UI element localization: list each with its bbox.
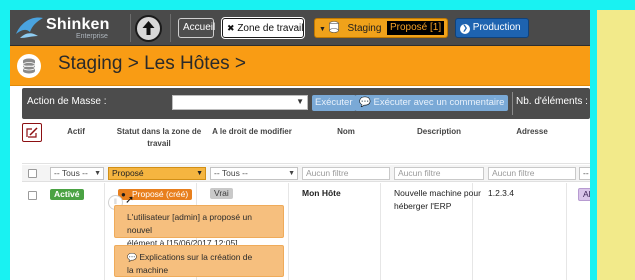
chevron-down-icon: ▼ — [319, 26, 326, 33]
page-header: Staging > Les Hôtes > — [10, 46, 590, 86]
filter-adresse-input[interactable]: Aucun filtre — [488, 167, 576, 180]
mass-action-label: Action de Masse : — [27, 96, 107, 107]
database-icon — [17, 54, 41, 78]
column-header-droit[interactable]: A le droit de modifier — [208, 126, 296, 138]
filter-statut-select[interactable]: Proposé ▼ — [108, 167, 206, 180]
database-icon — [328, 21, 339, 33]
production-button[interactable]: ❯ Production — [455, 18, 529, 38]
column-header-adresse[interactable]: Adresse — [487, 126, 577, 138]
staging-label: Staging — [347, 23, 382, 34]
action-separator — [512, 92, 513, 115]
history-note-text: L'utilisateur [admin] a proposé un nouve… — [127, 212, 252, 235]
top-navbar: Shinken Enterprise Accueil ✖ Zone de tra… — [10, 10, 590, 46]
host-address: 1.2.3.4 — [488, 188, 514, 198]
table-header: Actif Statut dans la zone de travail A l… — [22, 122, 590, 164]
chevron-down-icon: ▼ — [296, 97, 304, 106]
screen-frame-top — [0, 0, 635, 10]
comment-icon: 💬 — [359, 97, 371, 108]
nav-separator — [170, 14, 171, 42]
staging-button[interactable]: ▼ Staging Proposé [1] — [314, 18, 448, 38]
select-all-checkbox[interactable] — [28, 169, 37, 178]
filter-extra-select[interactable]: -- To — [579, 167, 590, 180]
column-header-actif[interactable]: Actif — [50, 126, 102, 138]
active-status-badge: Activé — [50, 189, 84, 200]
filter-droit-select[interactable]: -- Tous -- ▼ — [210, 167, 298, 180]
host-description-line2: héberger l'ERP — [394, 201, 452, 211]
shinken-logo[interactable]: Shinken Enterprise — [14, 12, 132, 44]
shinken-bird-icon — [16, 17, 43, 38]
filter-nom-input[interactable]: Aucun filtre — [302, 167, 390, 180]
comment-icon: 💬 — [127, 253, 137, 262]
mass-action-select[interactable]: ▼ — [172, 95, 308, 110]
filter-row: -- Tous -- ▼ Proposé ▼ -- Tous -- ▼ Aucu… — [22, 165, 590, 182]
column-header-description[interactable]: Description — [392, 126, 486, 138]
chevron-down-icon: ▼ — [196, 170, 203, 177]
column-header-statut[interactable]: Statut dans la zone de travail — [116, 126, 202, 150]
filter-description-input[interactable]: Aucun filtre — [394, 167, 484, 180]
screen-frame-left — [0, 0, 10, 280]
execute-with-comment-button[interactable]: 💬 Exécuter avec un commentaire — [355, 95, 509, 111]
execute-button[interactable]: Exécuter — [312, 95, 356, 111]
side-panel — [597, 10, 635, 280]
history-note-creation: L'utilisateur [admin] a proposé un nouve… — [114, 205, 284, 248]
arrow-up-icon — [142, 21, 155, 35]
tools-icon: ✖ — [227, 23, 235, 33]
arrow-right-circle-icon: ❯ — [460, 24, 470, 34]
app-window: Shinken Enterprise Accueil ✖ Zone de tra… — [10, 10, 590, 280]
history-note-text: Explications sur la création de — [139, 252, 253, 262]
logo-name: Shinken — [46, 16, 110, 33]
column-header-nom[interactable]: Nom — [300, 126, 392, 138]
proposed-count-badge: Proposé [1] — [387, 21, 445, 35]
nav-separator — [130, 14, 131, 42]
chevron-down-icon: ▼ — [94, 170, 101, 177]
can-edit-badge: Vrai — [210, 188, 233, 199]
filter-actif-select[interactable]: -- Tous -- ▼ — [50, 167, 104, 180]
row-checkbox[interactable] — [28, 191, 37, 200]
zone-de-travail-button[interactable]: ✖ Zone de travail — [221, 17, 305, 39]
edit-mode-button[interactable] — [22, 123, 42, 142]
extra-badge: All — [578, 188, 590, 201]
edit-icon — [26, 127, 38, 138]
element-count-label: Nb. d'éléments : — [516, 96, 588, 107]
table-row[interactable]: Activé ● Proposé (créé) ➚ Vrai Mon Hôte … — [22, 183, 590, 280]
zone-label: Zone de travail — [237, 23, 304, 34]
host-name[interactable]: Mon Hôte — [302, 187, 341, 200]
chevron-down-icon: ▼ — [288, 170, 295, 177]
history-note-comment: 💬 Explications sur la création de la mac… — [114, 245, 284, 277]
page-title: Staging > Les Hôtes > — [58, 53, 247, 74]
production-label: Production — [472, 22, 521, 33]
accueil-button[interactable]: Accueil — [178, 18, 215, 38]
up-arrow-button[interactable] — [135, 15, 162, 42]
mass-action-bar: Action de Masse : ▼ Exécuter 💬 Exécuter … — [22, 88, 590, 119]
host-description-line1: Nouvelle machine pour — [394, 188, 481, 198]
logo-subtitle: Enterprise — [76, 33, 108, 40]
history-note-text: la machine — [127, 265, 169, 275]
